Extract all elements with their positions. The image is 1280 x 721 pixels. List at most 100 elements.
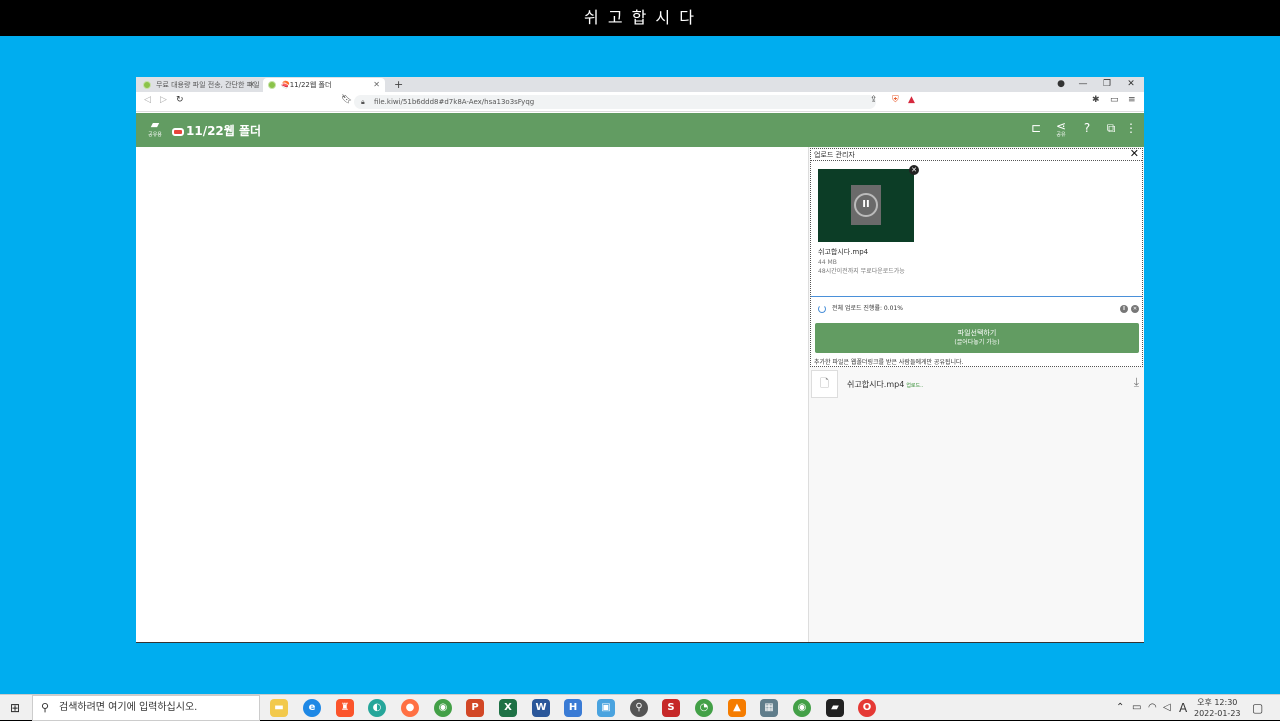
- file-name: 쉬고합시다.mp4 업로드..: [847, 380, 924, 389]
- select-file-label: 파일선택하기: [957, 329, 997, 337]
- upload-manager-close-icon[interactable]: ✕: [1130, 147, 1139, 160]
- address-bar[interactable]: 🔒︎ file.kiwi/51b6ddd8#d7k8A-Aex/hsa13o3s…: [354, 95, 876, 109]
- window-close-icon[interactable]: ✕: [1120, 77, 1142, 92]
- select-file-button[interactable]: 파일선택하기 (끌어다놓기 가능): [815, 323, 1139, 353]
- app-icon[interactable]: ◐: [368, 699, 386, 717]
- firefox-icon[interactable]: ●: [401, 699, 419, 717]
- notification-icon[interactable]: ▢: [1252, 695, 1263, 721]
- share-icon: ⋖: [1055, 119, 1067, 133]
- restore-icon[interactable]: ❐: [1096, 77, 1118, 92]
- kiwi-favicon-icon: [143, 81, 151, 89]
- sushi-emoji-icon: [172, 127, 184, 136]
- lock-icon: 🔒︎: [361, 98, 365, 106]
- calculator-icon[interactable]: ▦: [760, 699, 778, 717]
- brave-shield-icon[interactable]: ⛨: [892, 95, 899, 105]
- hwp-icon[interactable]: H: [564, 699, 582, 717]
- upload-manager: 업로드 관리자 ✕ II ✕ 쉬고합시다.mp4 44 MB 48시간이전까지 …: [810, 147, 1143, 367]
- powerpoint-icon[interactable]: P: [466, 699, 484, 717]
- download-icon[interactable]: ⤓: [1134, 375, 1139, 390]
- system-clock[interactable]: 오후 12:30 2022-01-23: [1194, 697, 1241, 719]
- browser-menu-icon[interactable]: ≡: [1128, 95, 1136, 105]
- bookmark-icon[interactable]: 🔖︎: [341, 95, 352, 105]
- folder-open-icon: ▰: [150, 118, 160, 131]
- ime-indicator[interactable]: A: [1179, 695, 1187, 721]
- back-icon[interactable]: ◁: [144, 95, 151, 105]
- folder-content-area[interactable]: [136, 147, 808, 643]
- divider: [136, 642, 1144, 643]
- opera-icon[interactable]: O: [858, 699, 876, 717]
- list-item[interactable]: 🗋 쉬고합시다.mp4 업로드.. ⤓: [809, 369, 1144, 399]
- extensions-icon[interactable]: ✱: [1092, 95, 1100, 105]
- pause-all-icon[interactable]: II: [1120, 305, 1128, 313]
- vlc-icon[interactable]: ▲: [728, 699, 746, 717]
- reload-icon[interactable]: ↻: [176, 95, 184, 105]
- sticky-notes-icon[interactable]: ▰: [826, 699, 844, 717]
- windows-start-icon[interactable]: ⊞: [10, 701, 20, 715]
- share-note: 추가한 파일은 웹폴더링크를 받은 사람들에게만 공유됩니다.: [814, 359, 964, 366]
- chrome-icon[interactable]: ◉: [793, 699, 811, 717]
- forward-icon[interactable]: ▷: [160, 95, 167, 105]
- shared-folder-label: 공유용: [148, 132, 162, 138]
- app-icon[interactable]: ◔: [695, 699, 713, 717]
- browser-toolbar: ◁ ▷ ↻ 🔖︎ 🔒︎ file.kiwi/51b6ddd8#d7k8A-Aex…: [136, 92, 1144, 112]
- file-explorer-icon[interactable]: ▬: [270, 699, 288, 717]
- clock-date: 2022-01-23: [1194, 709, 1241, 718]
- share-label: 공유: [1056, 132, 1066, 138]
- wallet-icon[interactable]: ▭: [1110, 95, 1119, 105]
- cancel-all-icon[interactable]: ✕: [1131, 305, 1139, 313]
- remove-upload-icon[interactable]: ✕: [909, 165, 919, 175]
- desktop: 무료 대용량 파일 전송, 간단한 파일 ✕ 🍣11/22웹 폴더 ✕ + ● …: [0, 36, 1280, 694]
- tab-strip: 무료 대용량 파일 전송, 간단한 파일 ✕ 🍣11/22웹 폴더 ✕ + ● …: [136, 77, 1144, 92]
- taskbar-search-input[interactable]: ⚲ 검색하려면 여기에 입력하십시오.: [32, 695, 260, 721]
- present-icon[interactable]: ⊏: [1028, 121, 1044, 135]
- tab-file-kiwi-home[interactable]: 무료 대용량 파일 전송, 간단한 파일 ✕: [138, 78, 260, 92]
- kiwi-favicon-icon: [268, 81, 276, 89]
- tray-chevron-icon[interactable]: ⌃: [1116, 695, 1124, 721]
- minimize-icon[interactable]: —: [1072, 77, 1094, 92]
- select-file-sublabel: (끌어다놓기 가능): [954, 339, 1000, 346]
- network-icon[interactable]: ▭: [1132, 695, 1141, 721]
- word-icon[interactable]: W: [532, 699, 550, 717]
- chrome-icon[interactable]: ◉: [434, 699, 452, 717]
- progress-text: 전체 업로드 진행률: 0.01%: [832, 305, 903, 312]
- magnifier-icon[interactable]: ⚲: [630, 699, 648, 717]
- file-status: 업로드..: [906, 383, 924, 389]
- wifi-icon[interactable]: ◠: [1148, 695, 1157, 721]
- brave-menu-icon[interactable]: ●: [1050, 77, 1072, 92]
- video-thumbnail: II: [818, 169, 914, 242]
- tab-close-icon[interactable]: ✕: [248, 78, 255, 92]
- right-panel: 업로드 관리자 ✕ II ✕ 쉬고합시다.mp4 44 MB 48시간이전까지 …: [808, 147, 1144, 643]
- help-icon[interactable]: ?: [1079, 121, 1095, 135]
- page-title: 11/22웹 폴더: [172, 122, 261, 139]
- edge-icon[interactable]: e: [303, 699, 321, 717]
- app-icon[interactable]: S: [662, 699, 680, 717]
- tab-close-icon[interactable]: ✕: [373, 78, 380, 92]
- loading-spinner-icon: [818, 305, 826, 313]
- tab-title: 🍣11/22웹 폴더: [281, 81, 332, 89]
- app-header: ▰ 공유용 11/22웹 폴더 ⊏ ⋖ 공유 ? ⧉ ⋮: [136, 113, 1144, 147]
- browser-window: 무료 대용량 파일 전송, 간단한 파일 ✕ 🍣11/22웹 폴더 ✕ + ● …: [136, 77, 1144, 643]
- clock-time: 오후 12:30: [1197, 698, 1238, 707]
- share-button[interactable]: ⋖ 공유: [1053, 119, 1069, 138]
- tab-title: 무료 대용량 파일 전송, 간단한 파일: [156, 81, 260, 89]
- brave-icon[interactable]: ♜: [336, 699, 354, 717]
- upload-file-note: 48시간이전까지 무료다운로드가능: [818, 268, 905, 275]
- excel-icon[interactable]: X: [499, 699, 517, 717]
- translate-icon[interactable]: ⧉: [1103, 121, 1119, 136]
- more-menu-icon[interactable]: ⋮: [1123, 121, 1139, 135]
- upload-manager-title: 업로드 관리자: [814, 151, 855, 159]
- overall-progress: 전체 업로드 진행률: 0.01% II ✕: [818, 303, 1139, 315]
- upload-queue: II ✕ 쉬고합시다.mp4 44 MB 48시간이전까지 무료다운로드가능: [811, 160, 1142, 297]
- tab-web-folder[interactable]: 🍣11/22웹 폴더 ✕: [263, 78, 385, 92]
- volume-icon[interactable]: ◁: [1163, 695, 1171, 721]
- upload-file-name: 쉬고합시다.mp4: [818, 248, 869, 256]
- shared-folder-button[interactable]: ▰ 공유용: [146, 118, 164, 142]
- new-tab-icon[interactable]: +: [394, 77, 403, 92]
- remote-desktop-icon[interactable]: ▣: [597, 699, 615, 717]
- search-icon: ⚲: [41, 701, 50, 714]
- brave-rewards-icon[interactable]: ▲: [908, 95, 915, 105]
- pause-icon[interactable]: II: [854, 193, 878, 217]
- share-page-icon[interactable]: ⇪: [870, 95, 878, 105]
- video-preview: II: [851, 185, 881, 225]
- upload-file-size: 44 MB: [818, 259, 837, 266]
